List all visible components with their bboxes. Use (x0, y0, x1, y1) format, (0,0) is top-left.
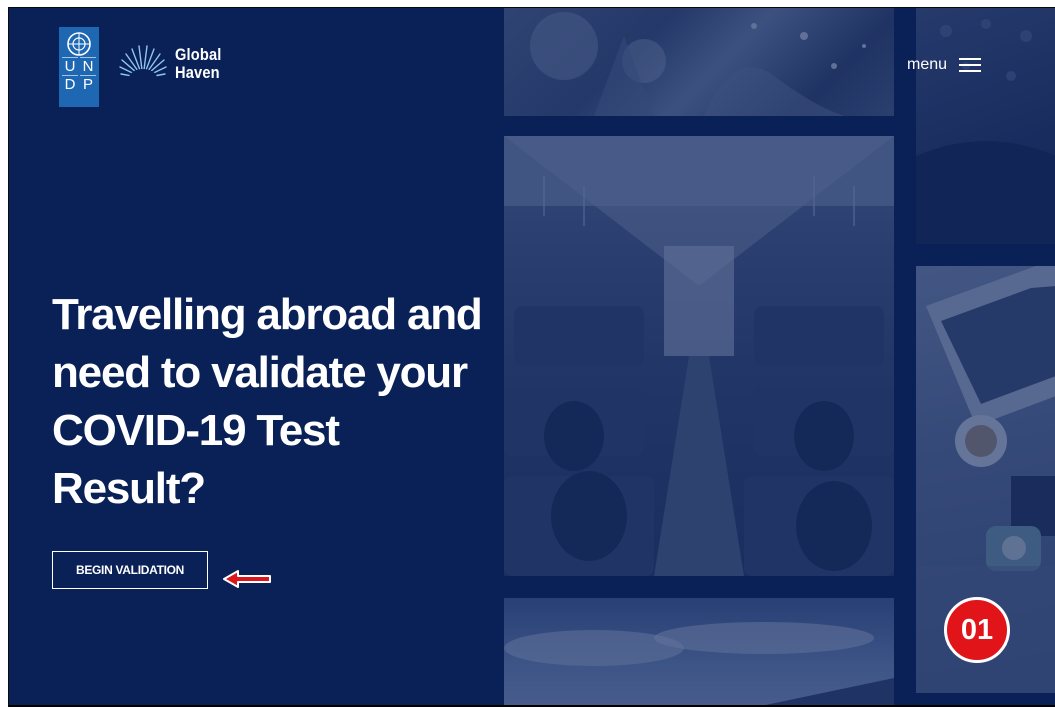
screenshot-frame: U N D P Global Haven menu Travelling abr… (0, 0, 1055, 707)
photo-tile-celebration (504, 8, 894, 116)
brand-name-line1: Global (175, 45, 222, 64)
undp-letter-u: U (62, 57, 78, 75)
global-haven-logo[interactable]: Global Haven (115, 44, 229, 84)
undp-letter-d: D (62, 75, 78, 93)
begin-validation-button[interactable]: BEGIN VALIDATION (52, 551, 208, 589)
left-arrow-icon (223, 570, 271, 588)
undp-logo[interactable]: U N D P (59, 27, 99, 107)
undp-letter-p: P (80, 75, 96, 93)
hamburger-icon (959, 58, 982, 72)
photo-tile-train-interior (504, 136, 894, 576)
undp-letter-n: N (80, 57, 96, 75)
un-emblem-icon (67, 32, 91, 56)
step-number-badge: 01 (944, 597, 1010, 663)
menu-button[interactable]: menu (907, 56, 982, 74)
photo-tile-sky (504, 598, 894, 707)
photo-tile-theater (916, 8, 1055, 244)
hero-headline: Travelling abroad and need to validate y… (52, 290, 483, 513)
landing-page: U N D P Global Haven menu Travelling abr… (8, 7, 1055, 707)
brand-name-line2: Haven (175, 63, 220, 82)
menu-label: menu (907, 56, 948, 73)
sunburst-logo-icon (119, 45, 167, 84)
